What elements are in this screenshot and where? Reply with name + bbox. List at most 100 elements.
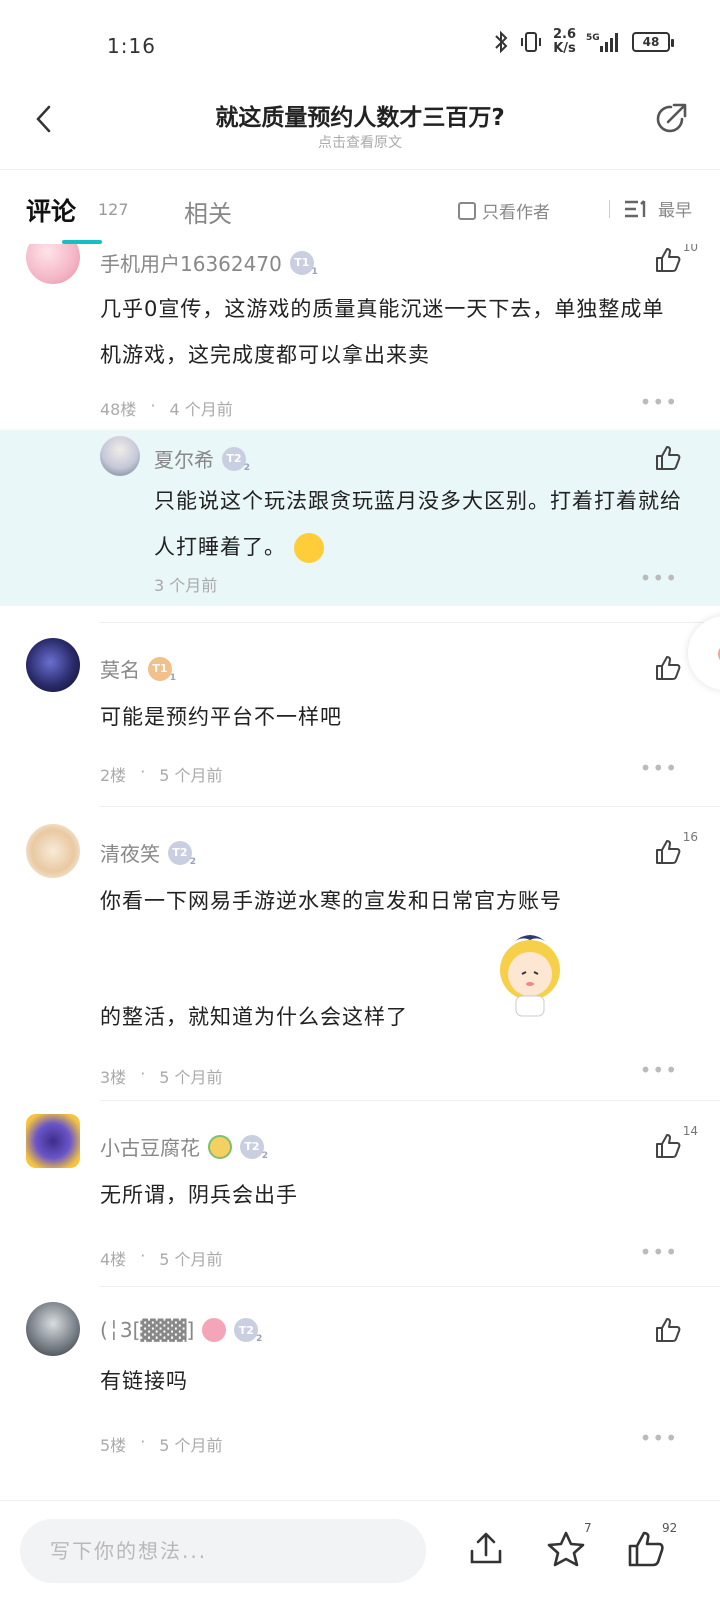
comment-text: 有链接吗 bbox=[100, 1369, 188, 1393]
comment-author[interactable]: 莫名 T1 bbox=[100, 654, 176, 683]
reply-time: 3 个月前 bbox=[154, 576, 218, 595]
avatar[interactable] bbox=[26, 638, 80, 692]
like-button[interactable] bbox=[654, 246, 682, 274]
level-badge: T2 bbox=[168, 840, 196, 867]
view-original-link[interactable]: 点击查看原文 bbox=[0, 132, 720, 152]
like-count: 92 bbox=[662, 1521, 678, 1535]
net-speed-value: 2.6 bbox=[552, 27, 576, 42]
comment-list: 手机用户16362470 T1 10 几乎0宣传，这游戏的质量真能沉迷一天下去，… bbox=[0, 244, 720, 1500]
author-only-label: 只看作者 bbox=[482, 203, 550, 223]
avatar[interactable] bbox=[26, 1302, 80, 1356]
fan-badge-icon bbox=[208, 1134, 232, 1159]
divider bbox=[100, 1286, 720, 1287]
avatar[interactable] bbox=[26, 824, 80, 878]
meta-dot: · bbox=[140, 1432, 146, 1451]
comment-author[interactable]: (╎3[▓▓▓] T2 bbox=[100, 1318, 262, 1344]
comment-time: 4 个月前 bbox=[169, 400, 233, 419]
tab-comments[interactable]: 评论 bbox=[26, 192, 76, 228]
comment-item: 手机用户16362470 T1 10 几乎0宣传，这游戏的质量真能沉迷一天下去，… bbox=[0, 244, 720, 430]
upload-share-icon bbox=[470, 1532, 502, 1564]
more-options-button[interactable]: ••• bbox=[640, 566, 678, 590]
favorite-count: 7 bbox=[584, 1521, 592, 1535]
floor-number: 4楼 bbox=[100, 1250, 127, 1269]
comment-time: 5 个月前 bbox=[159, 1250, 223, 1269]
comment-author[interactable]: 手机用户16362470 T1 bbox=[100, 248, 318, 277]
like-button[interactable] bbox=[654, 1132, 682, 1160]
divider bbox=[609, 199, 610, 218]
signal-icon: 5G bbox=[586, 30, 622, 54]
like-count: 10 bbox=[682, 244, 698, 254]
thumbs-up-icon bbox=[656, 1134, 681, 1158]
battery-level: 48 bbox=[642, 35, 660, 49]
comment-time: 5 个月前 bbox=[159, 1436, 223, 1455]
comment-item: 小古豆腐花 T2 14 无所谓，阴兵会出手 4楼 · 5 个月前 ••• bbox=[0, 1102, 720, 1286]
reply-text-content: 只能说这个玩法跟贪玩蓝月没多大区别。打着打着就给人打睡着了。 bbox=[154, 489, 682, 559]
level-badge: T2 bbox=[234, 1318, 262, 1344]
comment-text: 可能是预约平台不一样吧 bbox=[100, 705, 342, 729]
more-options-button[interactable]: ••• bbox=[640, 390, 678, 414]
like-button[interactable] bbox=[654, 654, 682, 682]
comment-meta: 3楼 · 5 个月前 bbox=[100, 1064, 223, 1088]
more-options-button[interactable]: ••• bbox=[640, 1426, 678, 1450]
level-badge: T2 bbox=[222, 446, 250, 473]
network-type: 5G bbox=[586, 33, 600, 43]
share-post-button[interactable] bbox=[466, 1529, 506, 1569]
comment-time: 5 个月前 bbox=[159, 766, 223, 785]
comment-meta: 4楼 · 5 个月前 bbox=[100, 1246, 223, 1270]
tab-bar: 评论 127 相关 只看作者 最早 bbox=[0, 172, 720, 244]
fan-badge-icon bbox=[202, 1318, 227, 1342]
meta-dot: · bbox=[140, 1064, 146, 1083]
status-time: 1:16 bbox=[107, 34, 156, 58]
comment-text-line-1: 你看一下网易手游逆水寒的宣发和日常官方账号 bbox=[100, 889, 562, 913]
comment-time: 5 个月前 bbox=[159, 1068, 223, 1087]
checkbox-icon bbox=[458, 201, 476, 220]
reply-author[interactable]: 夏尔希 T2 bbox=[154, 444, 250, 473]
bluetooth-icon bbox=[493, 30, 509, 54]
comment-input[interactable]: 写下你的想法... bbox=[20, 1519, 426, 1583]
reply-avatar[interactable] bbox=[100, 436, 140, 476]
share-icon bbox=[656, 103, 687, 133]
share-button[interactable] bbox=[652, 100, 690, 138]
comment-author[interactable]: 清夜笑 T2 bbox=[100, 838, 196, 867]
more-options-button[interactable]: ••• bbox=[640, 756, 678, 780]
level-badge: T1 bbox=[148, 656, 176, 683]
thumbs-up-icon bbox=[656, 656, 681, 680]
more-options-button[interactable]: ••• bbox=[640, 1240, 678, 1264]
vibrate-icon bbox=[519, 30, 543, 54]
username: 手机用户16362470 bbox=[100, 252, 282, 276]
comment-item: 清夜笑 T2 16 你看一下网易手游逆水寒的宣发和日常官方账号 的整活，就知道为… bbox=[0, 808, 720, 1102]
thumbs-up-icon bbox=[656, 248, 681, 272]
avatar[interactable] bbox=[26, 244, 80, 284]
username: 清夜笑 bbox=[100, 842, 160, 866]
comment-meta: 48楼 · 4 个月前 bbox=[100, 396, 233, 420]
favorite-button[interactable] bbox=[546, 1529, 586, 1569]
more-options-button[interactable]: ••• bbox=[640, 1058, 678, 1082]
like-post-button[interactable] bbox=[626, 1529, 666, 1569]
avatar[interactable] bbox=[26, 1114, 80, 1168]
reply-text: 只能说这个玩法跟贪玩蓝月没多大区别。打着打着就给人打睡着了。 bbox=[154, 478, 684, 570]
tab-related[interactable]: 相关 bbox=[184, 194, 232, 229]
sort-label: 最早 bbox=[658, 201, 692, 221]
username: 莫名 bbox=[100, 658, 140, 682]
status-bar: 1:16 2.6 K/s 5G 48 bbox=[0, 0, 720, 90]
divider bbox=[100, 806, 720, 807]
divider bbox=[100, 1100, 720, 1101]
comments-count: 127 bbox=[98, 200, 129, 219]
status-icons: 2.6 K/s 5G 48 bbox=[493, 28, 674, 56]
floor-number: 2楼 bbox=[100, 766, 127, 785]
bottom-action-bar: 写下你的想法... 7 92 bbox=[0, 1500, 720, 1600]
meta-dot: · bbox=[140, 762, 146, 781]
sort-button[interactable]: 最早 bbox=[609, 196, 692, 221]
reply-like-button[interactable] bbox=[654, 444, 682, 472]
yum-emoji-icon bbox=[293, 533, 324, 563]
thumbs-up-icon bbox=[656, 446, 681, 470]
divider bbox=[100, 622, 720, 623]
like-button[interactable] bbox=[654, 838, 682, 866]
comment-author[interactable]: 小古豆腐花 T2 bbox=[100, 1132, 268, 1161]
author-only-toggle[interactable]: 只看作者 bbox=[458, 198, 550, 223]
thumbs-up-icon bbox=[628, 1531, 664, 1567]
meta-dot: · bbox=[140, 1246, 146, 1265]
thumbs-up-icon bbox=[656, 840, 681, 864]
like-button[interactable] bbox=[654, 1316, 682, 1344]
net-speed: 2.6 K/s bbox=[553, 28, 576, 56]
